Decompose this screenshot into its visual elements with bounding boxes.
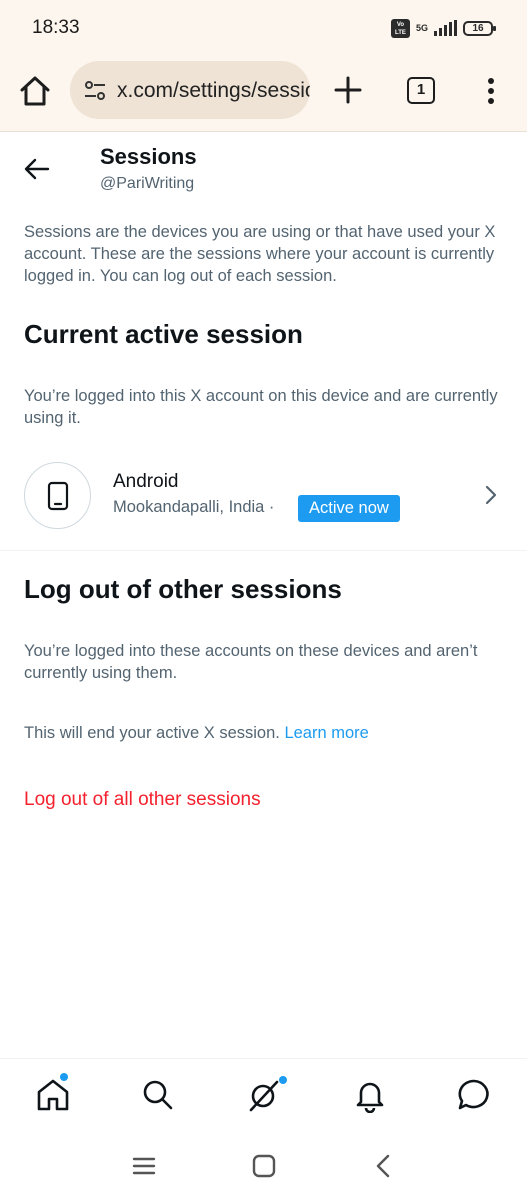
device-avatar [24,462,91,529]
device-location: Mookandapalli, India · [113,498,275,516]
volte-icon: Vo LTE [390,18,410,38]
notifications-tab-icon[interactable] [352,1077,388,1113]
home-notification-dot [60,1073,68,1081]
account-handle: @PariWriting [100,175,195,192]
site-settings-icon[interactable] [83,79,107,103]
new-tab-icon[interactable] [334,76,362,104]
current-session-description: You’re logged into this X account on thi… [24,387,498,427]
home-system-icon[interactable] [250,1152,278,1180]
active-now-badge: Active now [298,495,400,522]
home-tab-icon[interactable] [35,1077,71,1113]
page-title: Sessions [100,144,197,169]
battery-icon: 16 [463,20,496,36]
session-note: This will end your active X session. Lea… [24,722,504,744]
search-tab-icon[interactable] [140,1077,176,1113]
device-name: Android [113,471,179,492]
back-system-icon[interactable] [370,1152,398,1180]
grok-tab-icon[interactable] [246,1077,282,1113]
signal-icon [434,20,457,36]
grok-notification-dot [279,1076,287,1084]
other-sessions-description: You’re logged into these accounts on the… [24,642,478,682]
section-divider [0,550,527,551]
bottom-navigation [0,1058,527,1134]
home-icon[interactable] [18,74,52,108]
current-session-row[interactable]: Android Mookandapalli, India · Active no… [0,455,527,550]
url-text: x.com/settings/sessions [117,79,310,102]
phone-icon [47,481,69,511]
logout-all-sessions-button[interactable]: Log out of all other sessions [24,789,261,811]
learn-more-link[interactable]: Learn more [284,724,368,742]
other-sessions-heading: Log out of other sessions [24,574,342,604]
status-bar: 18:33 Vo LTE 5G 16 [0,0,527,58]
chevron-right-icon [485,485,497,505]
status-time: 18:33 [32,17,80,38]
tab-switcher-button[interactable]: 1 [407,77,435,104]
recent-apps-icon[interactable] [130,1152,158,1180]
session-note-text: This will end your active X session. [24,724,280,742]
current-session-heading: Current active session [24,319,303,349]
browser-toolbar: x.com/settings/sessions 1 [0,58,527,132]
url-bar[interactable]: x.com/settings/sessions [70,61,310,119]
sessions-intro: Sessions are the devices you are using o… [24,223,496,285]
network-type: 5G [415,22,428,33]
status-icons: Vo LTE 5G 16 [390,16,496,40]
system-navigation [0,1134,527,1200]
messages-tab-icon[interactable] [456,1077,492,1113]
more-menu-icon[interactable] [480,77,502,105]
back-arrow-icon[interactable] [22,154,52,184]
